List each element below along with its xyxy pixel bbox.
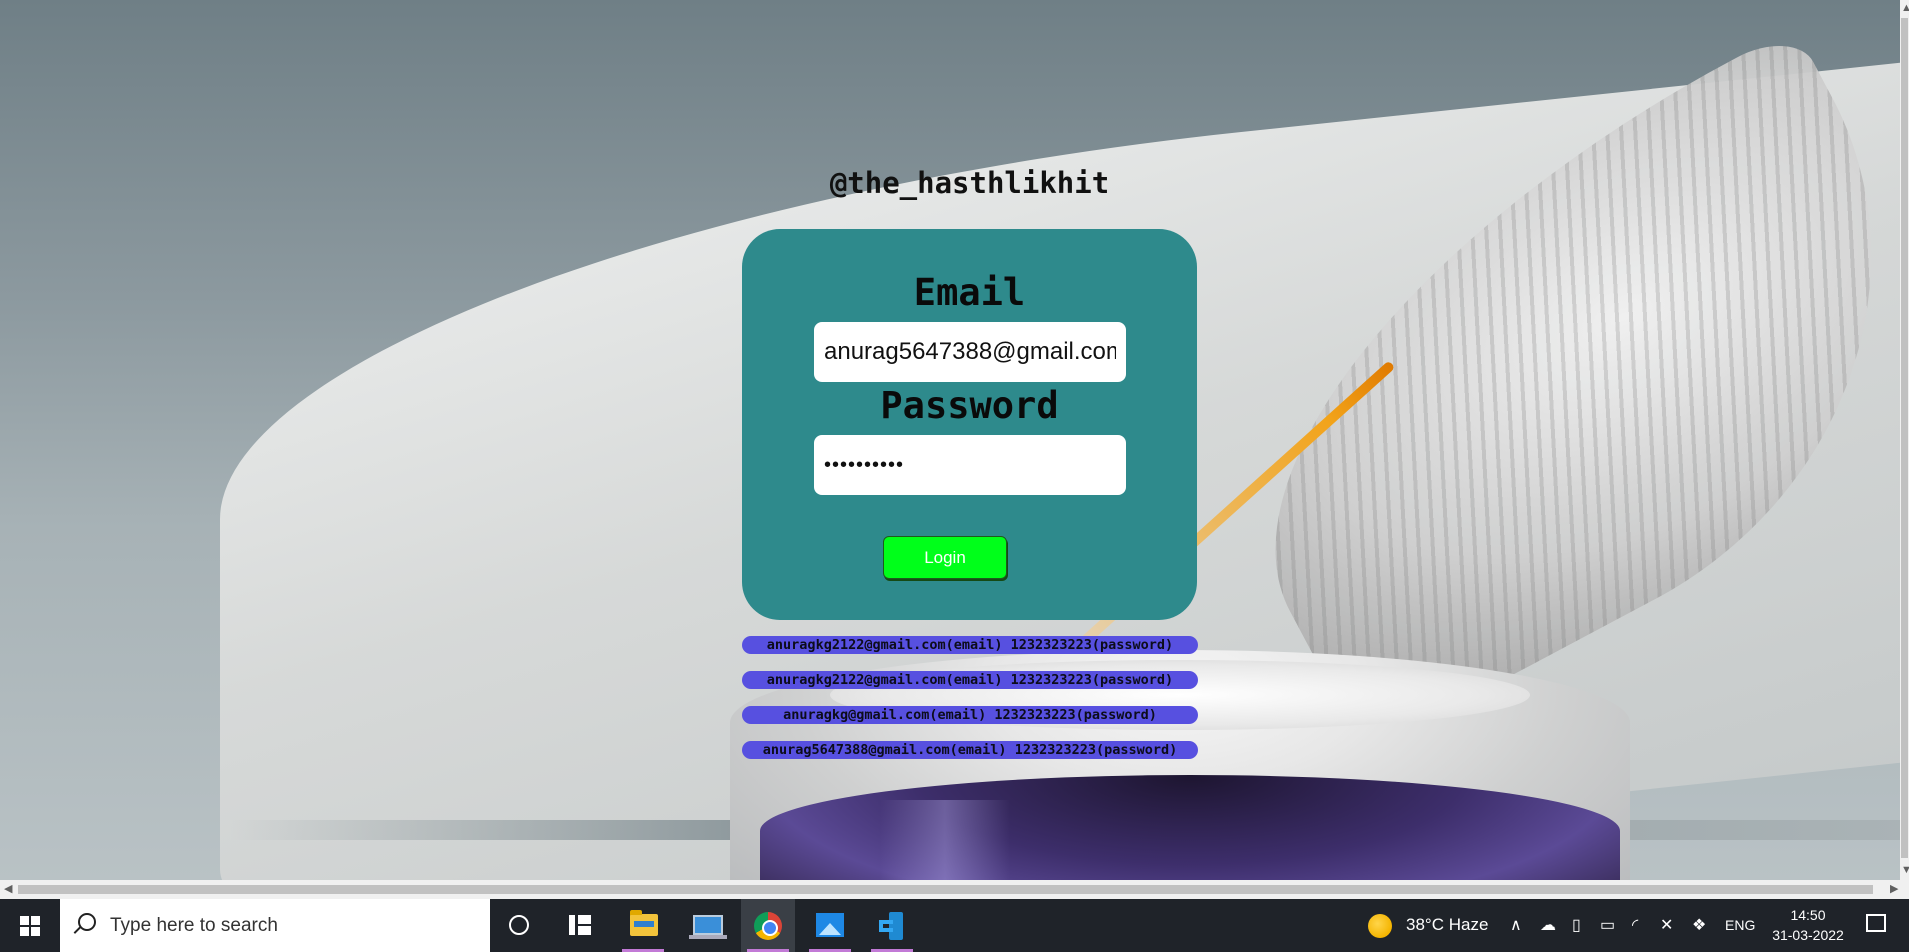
scroll-right-icon[interactable]: ▶ [1890,882,1898,895]
taskbar-clock[interactable]: 14:50 31-03-2022 [1772,905,1844,945]
credential-item: anuragkg2122@gmail.com(email) 1232323223… [742,671,1198,689]
volume-muted-icon[interactable]: ✕ [1660,915,1673,935]
device-icon[interactable]: ▯ [1572,915,1581,935]
laptop-app-icon [689,915,727,939]
notification-center-icon[interactable] [1866,914,1886,932]
vertical-scrollbar[interactable]: ▲ ▼ [1900,0,1909,880]
login-card: Email Password Login [742,229,1197,620]
weather-text[interactable]: 38°C Haze [1406,915,1488,935]
task-view-icon [569,915,591,935]
windows-logo-icon [20,916,40,936]
file-explorer-button[interactable] [616,899,670,952]
horizontal-scrollbar[interactable]: ◀ ▶ [0,880,1909,899]
photos-button[interactable] [803,899,857,952]
horizontal-scroll-thumb[interactable] [18,885,1873,894]
page-handle-title: @the_hasthlikhit [829,166,1110,200]
scroll-left-icon[interactable]: ◀ [4,882,12,895]
dropbox-icon[interactable]: ❖ [1692,915,1706,935]
cortana-button[interactable] [492,899,546,952]
search-icon [78,913,96,931]
photos-icon [816,913,844,937]
show-hidden-icons-chevron-icon[interactable]: ∧ [1510,915,1522,935]
scroll-down-icon[interactable]: ▼ [1901,864,1909,876]
start-button[interactable] [0,899,60,952]
email-label: Email [913,271,1026,314]
chrome-button[interactable] [741,899,795,952]
language-indicator[interactable]: ENG [1725,917,1755,933]
email-input[interactable] [814,322,1126,382]
laptop-app-button[interactable] [679,899,733,952]
password-label: Password [880,384,1059,427]
weather-haze-icon[interactable] [1368,914,1392,938]
clock-time: 14:50 [1790,907,1826,923]
vscode-icon [879,912,905,940]
search-placeholder: Type here to search [110,915,278,936]
credential-item: anuragkg2122@gmail.com(email) 1232323223… [742,636,1198,654]
vertical-scroll-thumb[interactable] [1901,18,1908,858]
password-input[interactable] [814,435,1126,495]
onedrive-cloud-icon[interactable]: ☁ [1540,915,1556,935]
task-view-button[interactable] [553,899,607,952]
credential-item: anuragkg@gmail.com(email) 1232323223(pas… [742,706,1198,724]
browser-viewport: @the_hasthlikhit Email Password Login an… [0,0,1900,880]
taskbar: Type here to search 38°C Haze ∧ ☁ ▯ ▭ ◜ … [0,899,1909,952]
taskbar-search-box[interactable]: Type here to search [60,899,490,952]
vscode-button[interactable] [865,899,919,952]
battery-icon[interactable]: ▭ [1600,915,1615,935]
clock-date: 31-03-2022 [1772,927,1844,943]
login-button[interactable]: Login [883,536,1007,579]
credentials-list: anuragkg2122@gmail.com(email) 1232323223… [742,636,1198,776]
file-explorer-icon [630,910,658,936]
cortana-icon [509,915,529,935]
wifi-icon[interactable]: ◜ [1632,915,1638,935]
background-ink-highlight [880,800,1010,880]
scroll-up-icon[interactable]: ▲ [1901,2,1909,14]
credential-item: anurag5647388@gmail.com(email) 123232322… [742,741,1198,759]
chrome-icon [754,912,782,940]
